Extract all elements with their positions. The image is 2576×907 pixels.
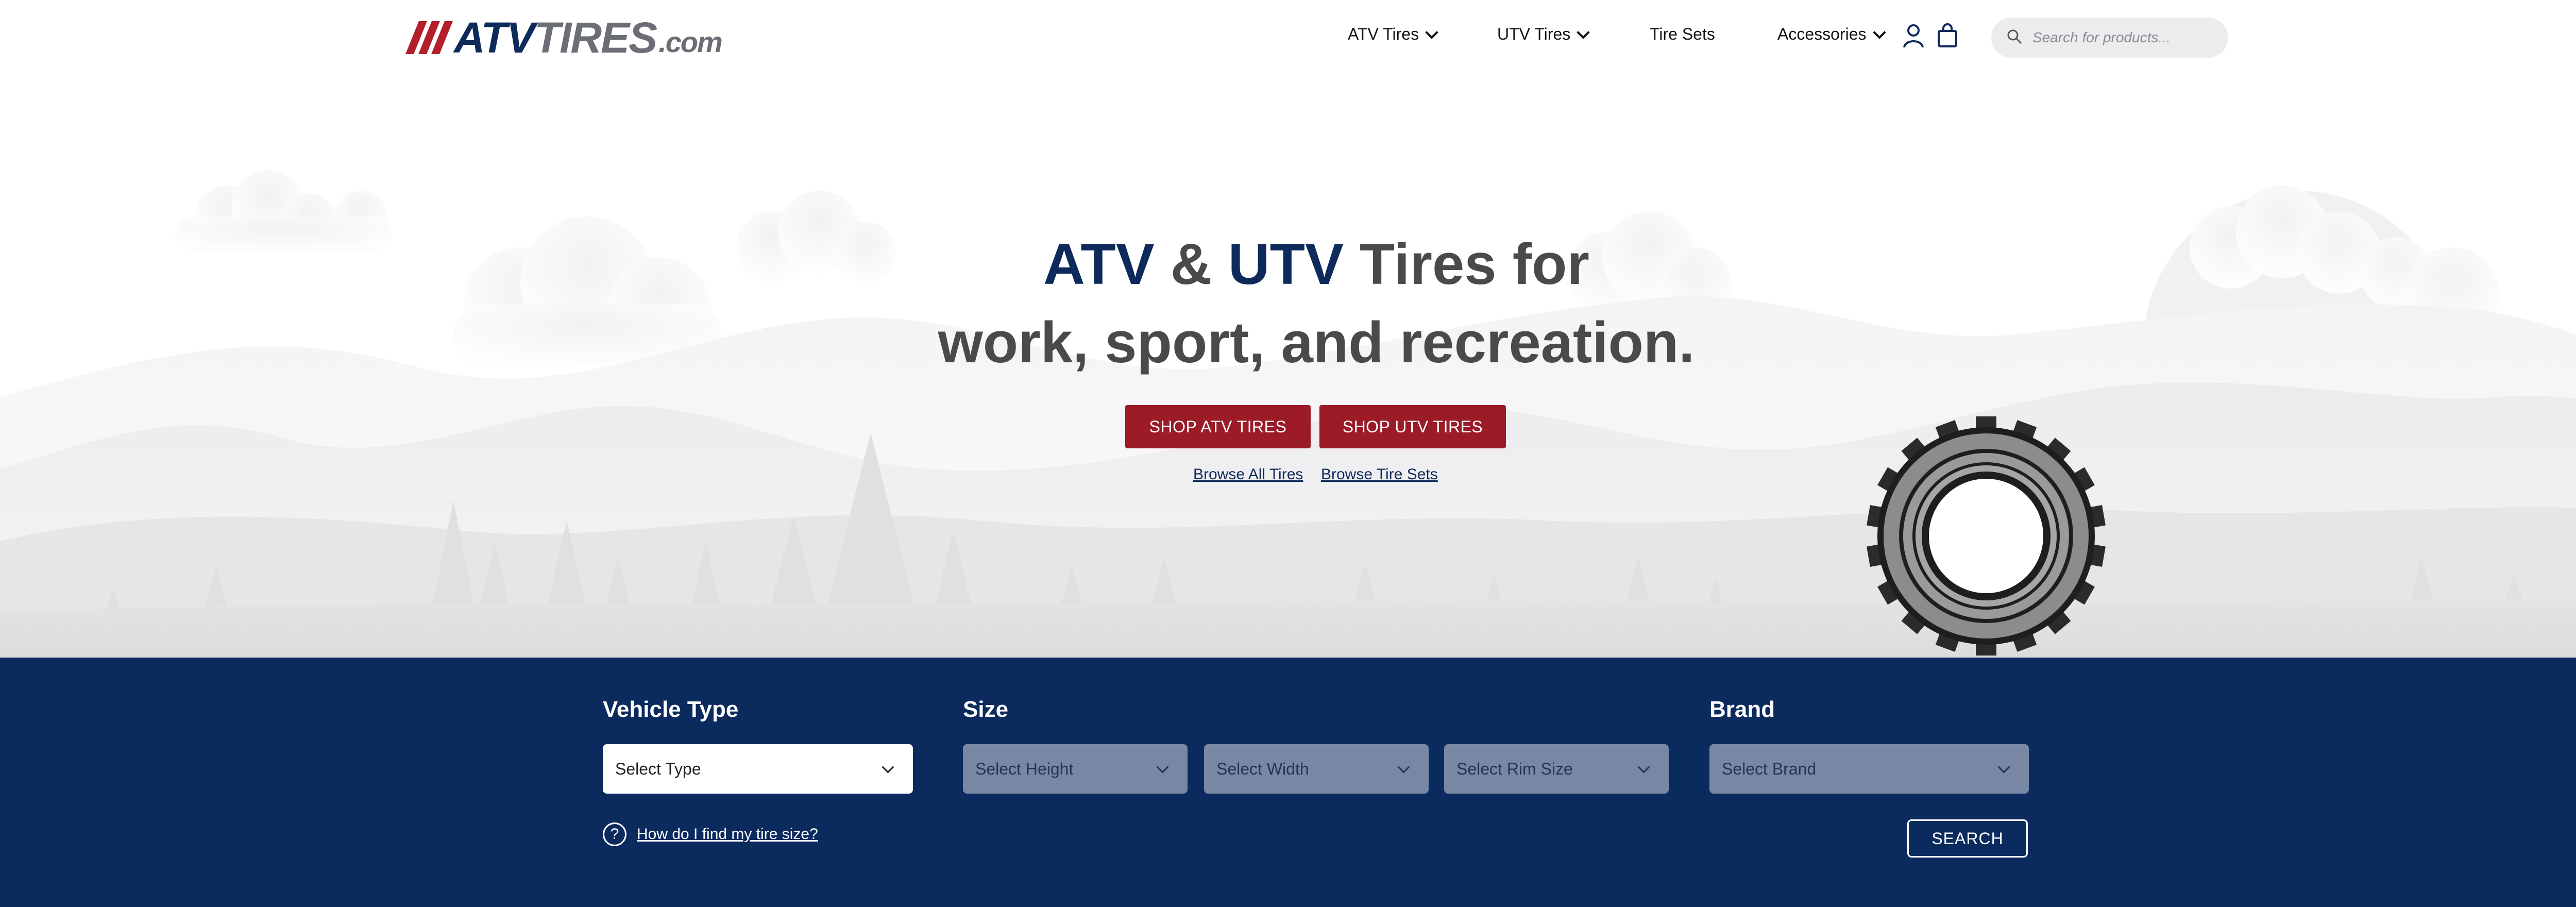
width-select-value: Select Width bbox=[1216, 759, 1309, 778]
height-select[interactable]: Select Height bbox=[963, 744, 1188, 794]
chevron-down-icon bbox=[882, 761, 894, 774]
nav-accessories[interactable]: Accessories bbox=[1777, 25, 1886, 44]
browse-tire-sets-link[interactable]: Browse Tire Sets bbox=[1321, 466, 1438, 483]
chevron-down-icon bbox=[1577, 25, 1590, 39]
tire-size-help-text: How do I find my tire size? bbox=[637, 826, 818, 843]
nav-tire-sets-label: Tire Sets bbox=[1650, 25, 1715, 43]
nav-atv-tires[interactable]: ATV Tires bbox=[1348, 25, 1438, 44]
browse-all-tires-link[interactable]: Browse All Tires bbox=[1193, 466, 1303, 483]
shop-utv-tires-button[interactable]: SHOP UTV TIRES bbox=[1319, 405, 1506, 448]
chevron-down-icon bbox=[1637, 761, 1650, 774]
question-circle-icon: ? bbox=[603, 822, 626, 846]
brand-select-value: Select Brand bbox=[1722, 759, 1817, 778]
hero-heading-line1: ATV & UTV Tires for bbox=[0, 226, 2576, 303]
nav-atv-tires-label: ATV Tires bbox=[1348, 25, 1419, 43]
shop-atv-tires-button[interactable]: SHOP ATV TIRES bbox=[1125, 405, 1311, 448]
search-box[interactable] bbox=[1991, 18, 2228, 58]
logo-com-text: .com bbox=[658, 25, 723, 58]
tire-size-help-link[interactable]: ? How do I find my tire size? bbox=[603, 822, 818, 846]
hero-atv-word: ATV bbox=[1043, 232, 1155, 296]
user-icon[interactable] bbox=[1902, 23, 1925, 48]
site-header: ATV TIRES .com ATV Tires UTV Tires Tire … bbox=[0, 0, 2576, 77]
finder-search-button[interactable]: SEARCH bbox=[1907, 819, 2028, 858]
logo-tires-text: TIRES bbox=[534, 13, 657, 62]
rim-size-select-value: Select Rim Size bbox=[1456, 759, 1573, 778]
search-input[interactable] bbox=[2031, 29, 2219, 46]
hero-heading-line2: work, sport, and recreation. bbox=[938, 310, 1695, 375]
vehicle-type-select-value: Select Type bbox=[615, 759, 701, 778]
chevron-down-icon bbox=[1397, 761, 1410, 774]
tire-illustration bbox=[1867, 416, 2106, 656]
tire-finder-panel: Vehicle Type Size Brand Select Type Sele… bbox=[0, 658, 2576, 907]
nav-utv-tires[interactable]: UTV Tires bbox=[1497, 25, 1590, 44]
size-label: Size bbox=[963, 697, 1009, 722]
logo-atv-text: ATV bbox=[454, 13, 535, 62]
hero-section: ATV & UTV Tires for work, sport, and rec… bbox=[0, 77, 2576, 658]
nav-accessories-label: Accessories bbox=[1777, 25, 1867, 43]
vehicle-type-select[interactable]: Select Type bbox=[603, 744, 913, 794]
brand-label: Brand bbox=[1709, 697, 1775, 722]
search-icon bbox=[2007, 29, 2022, 47]
nav-tire-sets[interactable]: Tire Sets bbox=[1650, 25, 1715, 44]
shopping-bag-icon[interactable] bbox=[1936, 23, 1959, 48]
width-select[interactable]: Select Width bbox=[1204, 744, 1429, 794]
logo-slashes bbox=[405, 21, 453, 54]
chevron-down-icon bbox=[1872, 25, 1886, 39]
brand-select[interactable]: Select Brand bbox=[1709, 744, 2029, 794]
chevron-down-icon bbox=[1997, 761, 2010, 774]
rim-size-select[interactable]: Select Rim Size bbox=[1444, 744, 1669, 794]
hero-tires-for: Tires for bbox=[1343, 232, 1589, 296]
hero-ampersand: & bbox=[1154, 232, 1228, 296]
height-select-value: Select Height bbox=[975, 759, 1074, 778]
nav-utv-tires-label: UTV Tires bbox=[1497, 25, 1571, 43]
hero-utv-word: UTV bbox=[1228, 232, 1344, 296]
chevron-down-icon bbox=[1156, 761, 1169, 774]
vehicle-type-label: Vehicle Type bbox=[603, 697, 739, 722]
chevron-down-icon bbox=[1425, 25, 1438, 39]
site-logo[interactable]: ATV TIRES .com bbox=[405, 13, 723, 62]
